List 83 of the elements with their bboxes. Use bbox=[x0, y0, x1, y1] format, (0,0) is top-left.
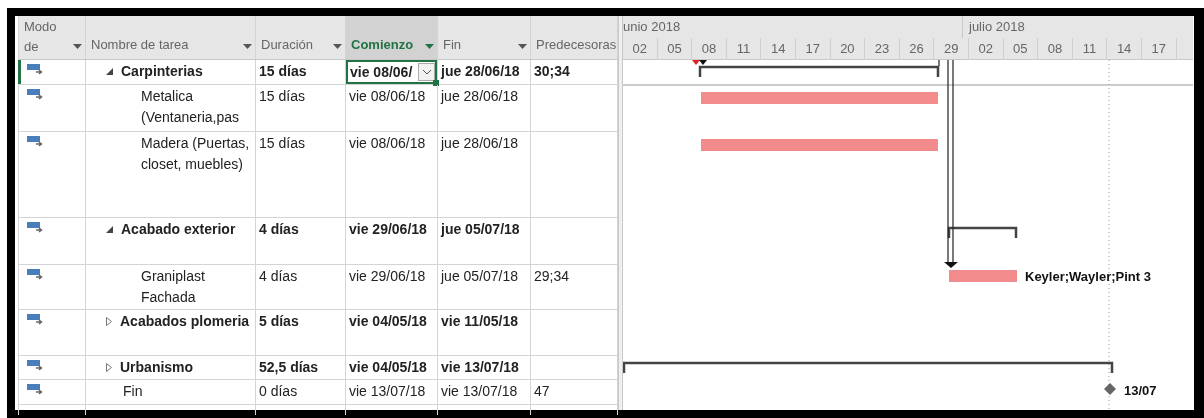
timescale-month: unio 2018 bbox=[623, 16, 963, 38]
filter-dropdown-icon[interactable] bbox=[425, 44, 434, 49]
bar-label: 13/07 bbox=[1124, 383, 1157, 398]
bar-label: Keyler;Wayler;Pint 3 bbox=[1025, 269, 1151, 284]
timescale-day: 20 bbox=[830, 38, 866, 60]
filter-dropdown-icon[interactable] bbox=[73, 44, 82, 49]
timescale-day: 14 bbox=[1107, 38, 1142, 60]
cell-value: jue 05/07/18 bbox=[441, 221, 520, 237]
task-name: Metalica (Ventaneria,pas bbox=[141, 87, 241, 127]
cell-value: 15 días bbox=[259, 135, 305, 151]
filter-dropdown-icon[interactable] bbox=[243, 44, 252, 49]
task-name: Urbanismo bbox=[120, 358, 194, 377]
cell-value: vie 13/07/18 bbox=[441, 383, 518, 399]
timescale-day: 02 bbox=[968, 38, 1004, 60]
column-header[interactable]: Nombre de tarea bbox=[86, 16, 256, 59]
cell-value: 52,5 días bbox=[259, 359, 319, 375]
timescale-month: julio 2018 bbox=[967, 18, 1026, 36]
timescale-day: 11 bbox=[726, 38, 762, 60]
task-name: Carpinterias bbox=[121, 62, 203, 81]
filter-dropdown-icon[interactable] bbox=[518, 44, 527, 49]
timescale-day: 17 bbox=[1141, 38, 1177, 60]
expand-triangle-icon[interactable] bbox=[106, 363, 112, 372]
task-name: Acabado exterior bbox=[121, 220, 236, 239]
cell-value: 5 días bbox=[259, 313, 299, 329]
timescale-day: 02 bbox=[623, 38, 658, 60]
cell-value: vie 29/06/18 bbox=[349, 221, 427, 237]
collapse-triangle-icon[interactable] bbox=[106, 226, 113, 233]
timescale-day: 26 bbox=[899, 38, 935, 60]
timescale-day: 05 bbox=[1003, 38, 1039, 60]
collapse-triangle-icon[interactable] bbox=[106, 68, 113, 75]
cell-value: jue 28/06/18 bbox=[441, 63, 520, 79]
summary-bar[interactable] bbox=[698, 65, 940, 77]
summary-bar[interactable] bbox=[947, 226, 1018, 238]
selected-cell[interactable]: vie 08/06/ bbox=[346, 60, 437, 84]
task-name: Acabados plomeria bbox=[120, 312, 250, 331]
cell-value: 47 bbox=[534, 383, 550, 399]
chevron-down-icon bbox=[421, 69, 432, 75]
task-name: Graniplast Fachada bbox=[141, 267, 206, 307]
timescale-day: 23 bbox=[865, 38, 900, 60]
cell-value: 0 días bbox=[259, 383, 298, 399]
cell-value: jue 28/06/18 bbox=[441, 135, 519, 151]
cell-value: 15 días bbox=[259, 63, 307, 79]
auto-scheduled-icon bbox=[27, 89, 44, 100]
cell-value: 30;34 bbox=[534, 63, 570, 79]
timescale-day: 05 bbox=[657, 38, 693, 60]
filter-dropdown-icon[interactable] bbox=[333, 44, 342, 49]
cell-value: vie 08/06/ bbox=[350, 63, 413, 82]
timescale-day: 08 bbox=[1038, 38, 1073, 60]
cell-value: 15 días bbox=[259, 88, 305, 104]
cell-value: vie 04/05/18 bbox=[349, 359, 427, 375]
timescale-day: 29 bbox=[934, 38, 969, 60]
task-name: Madera (Puertas, closet, muebles) bbox=[141, 134, 251, 174]
column-header[interactable]: Modo de bbox=[19, 16, 86, 59]
date-dropdown-button[interactable] bbox=[418, 63, 435, 81]
cell-value: 4 días bbox=[259, 221, 299, 237]
cell-value: 29;34 bbox=[534, 268, 570, 284]
cell-value: vie 04/05/18 bbox=[349, 313, 427, 329]
expand-triangle-icon[interactable] bbox=[106, 317, 112, 326]
cell-value: jue 05/07/18 bbox=[441, 268, 519, 284]
cell-value: vie 08/06/18 bbox=[349, 135, 426, 151]
auto-scheduled-icon bbox=[27, 314, 44, 325]
timescale-day: 14 bbox=[761, 38, 796, 60]
cell-value: vie 13/07/18 bbox=[441, 359, 519, 375]
task-name: Fin bbox=[123, 382, 143, 401]
cell-value: vie 11/05/18 bbox=[441, 313, 519, 329]
column-header[interactable]: Comienzo bbox=[346, 16, 438, 59]
auto-scheduled-icon bbox=[27, 360, 44, 371]
timescale-day: 11 bbox=[1072, 38, 1108, 60]
summary-bar[interactable] bbox=[623, 361, 1114, 373]
deadline-marker-icon bbox=[692, 60, 707, 65]
auto-scheduled-icon bbox=[27, 222, 44, 233]
milestone-diamond[interactable] bbox=[1104, 383, 1116, 395]
timescale-day: 17 bbox=[795, 38, 831, 60]
auto-scheduled-icon bbox=[27, 384, 44, 395]
cell-value: vie 08/06/18 bbox=[349, 88, 426, 104]
auto-scheduled-icon bbox=[27, 64, 44, 75]
auto-scheduled-icon bbox=[27, 136, 44, 147]
column-header[interactable]: Fin bbox=[438, 16, 531, 59]
auto-scheduled-icon bbox=[27, 269, 44, 280]
cell-value: 4 días bbox=[259, 268, 298, 284]
cell-value: vie 29/06/18 bbox=[349, 268, 426, 284]
cell-value: vie 13/07/18 bbox=[349, 383, 426, 399]
cell-value: jue 28/06/18 bbox=[441, 88, 519, 104]
